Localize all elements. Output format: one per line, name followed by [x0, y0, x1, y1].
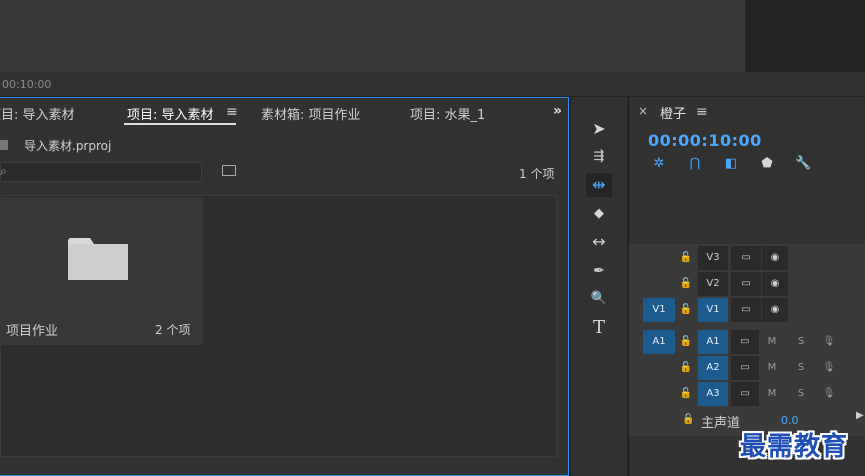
tab-project-import-active[interactable]: 项目: 导入素材 [127, 104, 214, 123]
monitor-timecode: 00:10:00 [2, 78, 52, 91]
bin-name: 项目作业 [6, 324, 59, 339]
microphone-icon[interactable]: 🎙 [822, 356, 836, 380]
expand-arrow-icon[interactable]: ▶ [856, 410, 864, 421]
microphone-icon[interactable]: 🎙 [822, 382, 836, 406]
project-file-icon [0, 140, 8, 150]
item-count: 1 个项 [519, 167, 555, 181]
track-label[interactable]: A1 [698, 330, 728, 354]
track-row-a2: 🔓 A2 ▭ M S 🎙 [629, 356, 865, 382]
eye-icon[interactable]: ◉ [762, 246, 788, 270]
mute-button[interactable]: M [765, 356, 779, 380]
tab-bin-project-homework[interactable]: 素材箱: 项目作业 [261, 104, 361, 123]
active-tab-underline [124, 123, 236, 125]
eye-icon[interactable]: ◉ [762, 272, 788, 296]
folder-icon [68, 238, 128, 280]
track-label[interactable]: V2 [698, 272, 728, 296]
timeline-menu-icon[interactable]: ≡ [696, 104, 708, 120]
solo-button[interactable]: S [794, 356, 808, 380]
lock-icon[interactable]: 🔓 [679, 330, 693, 354]
track-label[interactable]: A2 [698, 356, 728, 380]
sync-lock-icon[interactable]: ▭ [731, 272, 761, 296]
search-icon: ⌕ [0, 164, 7, 178]
solo-button[interactable]: S [794, 330, 808, 354]
master-track-label: 主声道 [701, 416, 741, 431]
wrench-icon[interactable]: 🔧 [795, 156, 811, 172]
sync-lock-icon[interactable]: ▭ [731, 356, 759, 380]
sync-lock-icon[interactable]: ▭ [731, 330, 759, 354]
lock-icon[interactable]: 🔓 [679, 356, 693, 380]
mute-button[interactable]: M [765, 382, 779, 406]
track-row-v2: 🔓 V2 ▭ ◉ [629, 272, 865, 298]
lock-icon[interactable]: 🔓 [679, 298, 693, 322]
sync-lock-icon[interactable]: ▭ [731, 382, 759, 406]
program-monitor [0, 0, 746, 72]
panel-menu-icon[interactable]: ≡ [226, 104, 238, 120]
project-file-name: 导入素材.prproj [24, 139, 112, 153]
zoom-tool-icon[interactable]: 🔍 [586, 287, 612, 311]
snap-icon[interactable]: ⋂ [687, 156, 703, 172]
bin-item-count: 2 个项 [155, 323, 191, 337]
ripple-edit-tool-icon[interactable]: ⇹ [586, 173, 612, 197]
master-lock-icon[interactable]: 🔓 [682, 414, 694, 425]
track-select-tool-icon[interactable]: ⇶ [586, 145, 612, 169]
sequence-title[interactable]: 橙子 [660, 103, 686, 122]
lock-icon[interactable]: 🔓 [679, 272, 693, 296]
mute-button[interactable]: M [765, 330, 779, 354]
source-patch-v1[interactable]: V1 [643, 298, 675, 322]
lock-icon[interactable]: 🔓 [679, 382, 693, 406]
pen-tool-icon[interactable]: ✒ [586, 259, 612, 283]
source-patch-a1[interactable]: A1 [643, 330, 675, 354]
playhead-timecode[interactable]: 00:00:10:00 [648, 131, 762, 150]
linked-selection-icon[interactable]: ◧ [723, 156, 739, 172]
track-label[interactable]: V3 [698, 246, 728, 270]
lock-icon[interactable]: 🔓 [679, 246, 693, 270]
solo-button[interactable]: S [794, 382, 808, 406]
track-label[interactable]: A3 [698, 382, 728, 406]
track-row-v1: V1 🔓 V1 ▭ ◉ [629, 298, 865, 324]
track-label[interactable]: V1 [698, 298, 728, 322]
monitor-timebar [0, 72, 865, 96]
nest-icon[interactable]: ✲ [651, 156, 667, 172]
slip-tool-icon[interactable]: ↔ [586, 230, 612, 254]
close-icon[interactable]: × [638, 104, 648, 118]
sync-lock-icon[interactable]: ▭ [731, 298, 761, 322]
add-marker-icon[interactable]: ⬟ [759, 156, 775, 172]
sync-lock-icon[interactable]: ▭ [731, 246, 761, 270]
track-row-a3: 🔓 A3 ▭ M S 🎙 [629, 382, 865, 408]
microphone-icon[interactable]: 🎙 [822, 330, 836, 354]
tab-project-import-1[interactable]: 项目: 导入素材 [0, 104, 75, 123]
selection-tool-icon[interactable]: ➤ [586, 117, 612, 141]
eye-icon[interactable]: ◉ [762, 298, 788, 322]
type-tool-icon[interactable]: T [586, 316, 612, 340]
more-tabs-icon[interactable]: » [553, 103, 562, 119]
track-row-a1: A1 🔓 A1 ▭ M S 🎙 [629, 330, 865, 356]
find-bin-icon[interactable] [222, 165, 236, 176]
razor-tool-icon[interactable]: ◆ [586, 202, 612, 226]
tab-project-fruit[interactable]: 项目: 水果_1 [410, 104, 485, 123]
search-input[interactable] [0, 162, 202, 182]
watermark-logo: 最需教育 [740, 432, 849, 462]
track-row-v3: 🔓 V3 ▭ ◉ [629, 246, 865, 272]
